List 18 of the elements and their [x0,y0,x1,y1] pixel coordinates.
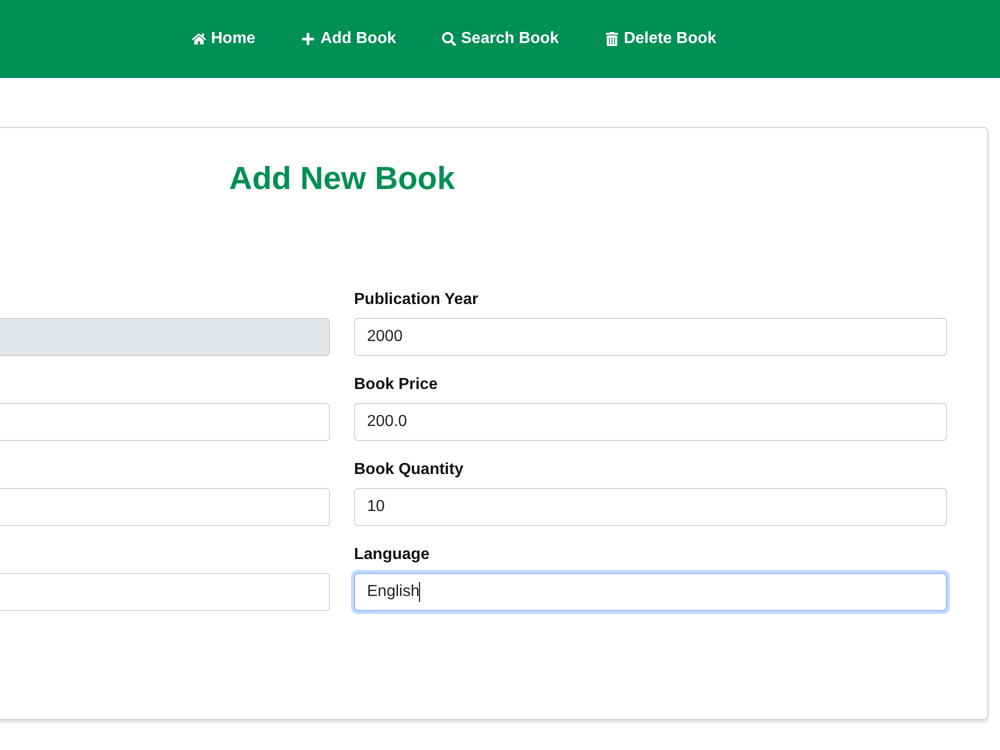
trash-icon [604,32,619,46]
home-icon [192,32,206,46]
input-field[interactable]: 2000 [354,318,947,356]
input-field[interactable]: 10 [354,488,947,526]
field-label: Publication Year [354,290,478,310]
nav-link[interactable]: Delete Book [604,30,716,48]
text-cursor-icon [419,582,420,602]
field-label: Book Quantity [354,460,464,480]
nav-link[interactable]: Home [192,30,256,48]
nav-link[interactable]: Search Book [442,30,559,48]
input-field[interactable]: English [354,573,947,611]
plus-icon [301,32,316,46]
form-title: Add New Book [229,159,455,197]
search-icon [442,32,456,46]
field-label: Language [354,545,430,565]
field-label: Book Price [354,375,438,395]
input-field[interactable]: 200.0 [354,403,947,441]
nav-link[interactable]: Add Book [301,30,396,48]
